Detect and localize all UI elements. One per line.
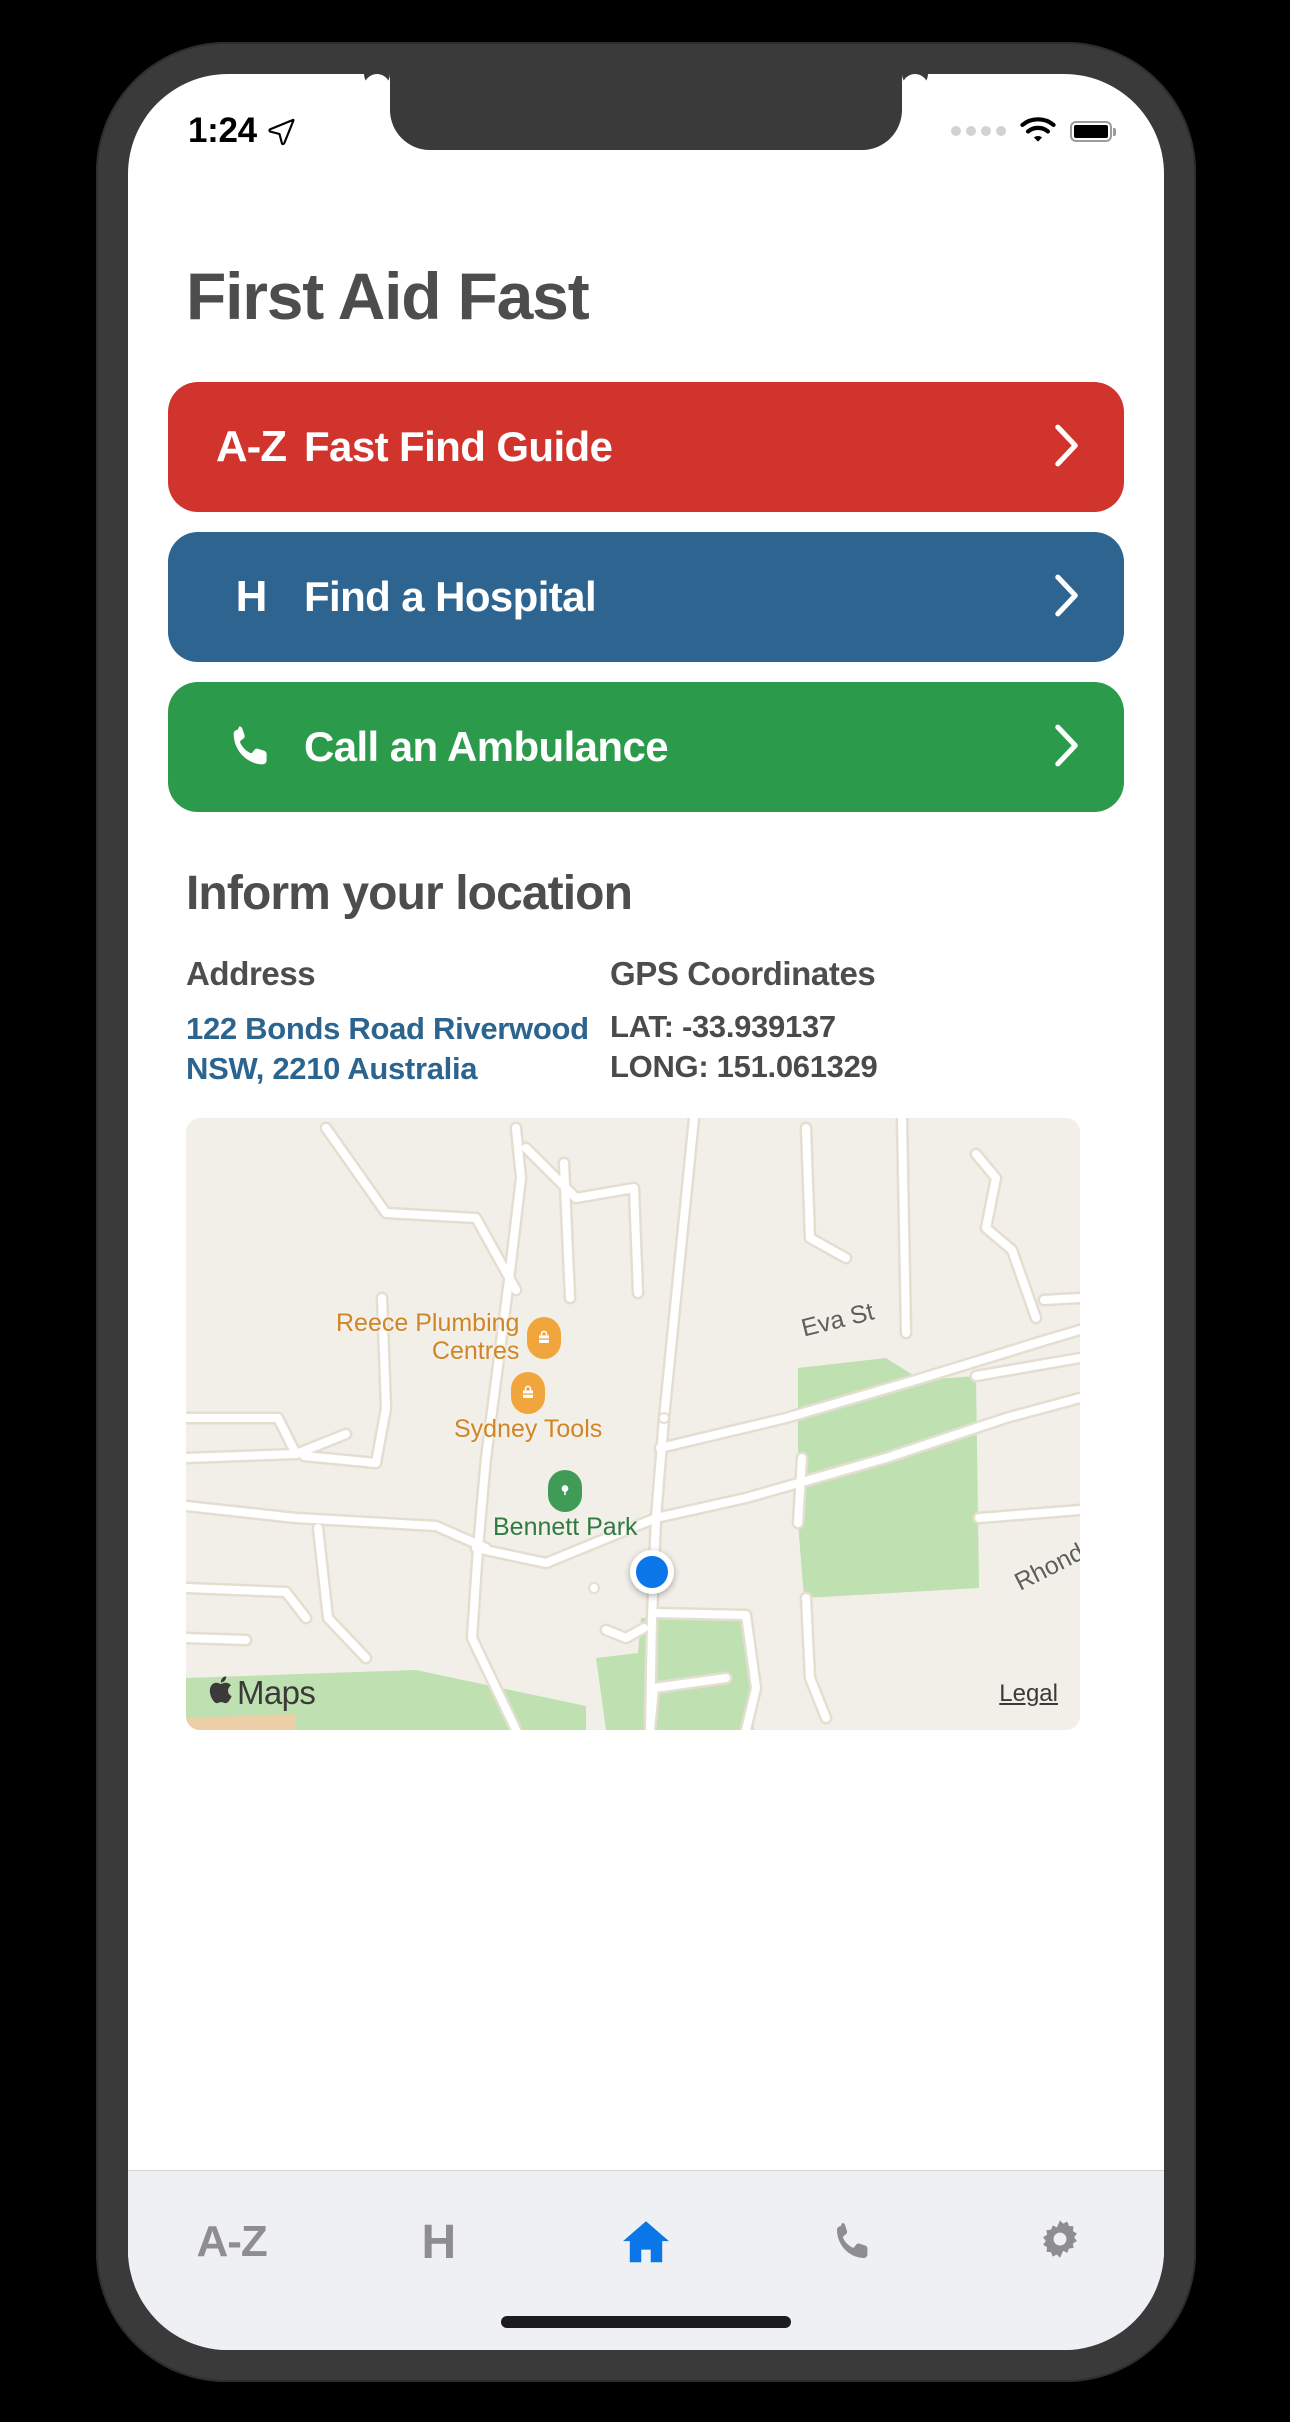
battery-full-icon (1070, 120, 1116, 142)
maps-attribution-label: Maps (237, 1674, 316, 1712)
call-an-ambulance-button[interactable]: Call an Ambulance (168, 682, 1124, 812)
status-time: 1:24 (188, 111, 257, 150)
chevron-right-icon (1054, 424, 1080, 471)
tab-hospital[interactable]: H (335, 2205, 542, 2279)
find-a-hospital-button[interactable]: H Find a Hospital (168, 532, 1124, 662)
apple-maps-attribution: Maps (208, 1673, 316, 1712)
screenshot-root: 1:24 First Aid Fast A-Z Fast Find Guide … (0, 0, 1290, 2422)
tab-home[interactable] (542, 2205, 749, 2279)
location-section-title: Inform your location (186, 867, 633, 920)
display-notch (390, 74, 902, 150)
address-line-2[interactable]: NSW, 2210 Australia (186, 1049, 610, 1089)
gps-heading: GPS Coordinates (610, 955, 876, 992)
address-heading: Address (186, 955, 316, 992)
hospital-h-icon: H (235, 572, 268, 621)
gps-block: GPS Coordinates LAT: -33.939137 LONG: 15… (610, 955, 1124, 1088)
status-bar-left: 1:24 (188, 111, 296, 151)
apple-logo-icon (209, 1676, 232, 1704)
main-content: First Aid Fast A-Z Fast Find Guide H Fin… (128, 170, 1164, 1794)
address-block: Address 122 Bonds Road Riverwood NSW, 22… (186, 955, 610, 1088)
home-indicator[interactable] (501, 2316, 791, 2328)
phone-icon (204, 721, 298, 773)
address-line-1[interactable]: 122 Bonds Road Riverwood (186, 1009, 610, 1049)
page-title: First Aid Fast (186, 259, 590, 333)
fast-find-guide-label: Fast Find Guide (304, 423, 613, 470)
status-bar-right (951, 117, 1116, 145)
location-map[interactable]: Reece Plumbing Centres Sydney Tools Benn… (186, 1118, 1080, 1731)
longitude-value: LONG: 151.061329 (610, 1048, 878, 1084)
phone-icon (837, 2223, 868, 2258)
map-canvas (186, 1118, 1080, 1731)
signal-dots-icon (951, 126, 1006, 136)
hospital-h-icon: H (421, 2215, 457, 2269)
wifi-icon (1020, 117, 1056, 142)
location-details: Address 122 Bonds Road Riverwood NSW, 22… (186, 955, 1124, 1088)
chevron-right-icon (1054, 724, 1080, 771)
phone-screen: 1:24 First Aid Fast A-Z Fast Find Guide … (128, 74, 1164, 2350)
map-legal-link[interactable]: Legal (999, 1680, 1058, 1708)
az-text-icon: A-Z (196, 2217, 267, 2266)
fast-find-guide-button[interactable]: A-Z Fast Find Guide (168, 382, 1124, 512)
tab-settings[interactable] (957, 2205, 1164, 2279)
chevron-right-icon (1054, 574, 1080, 621)
az-text-icon: A-Z (215, 422, 287, 471)
find-a-hospital-label: Find a Hospital (304, 573, 597, 620)
latitude-value: LAT: -33.939137 (610, 1009, 836, 1044)
location-arrow-icon (268, 118, 295, 146)
primary-actions: A-Z Fast Find Guide H Find a Hospital Ca… (168, 382, 1124, 812)
tab-call[interactable] (750, 2205, 957, 2279)
tab-a-z[interactable]: A-Z (128, 2205, 335, 2279)
gear-icon (1043, 2220, 1078, 2258)
home-icon (623, 2221, 669, 2263)
call-an-ambulance-label: Call an Ambulance (304, 723, 669, 770)
